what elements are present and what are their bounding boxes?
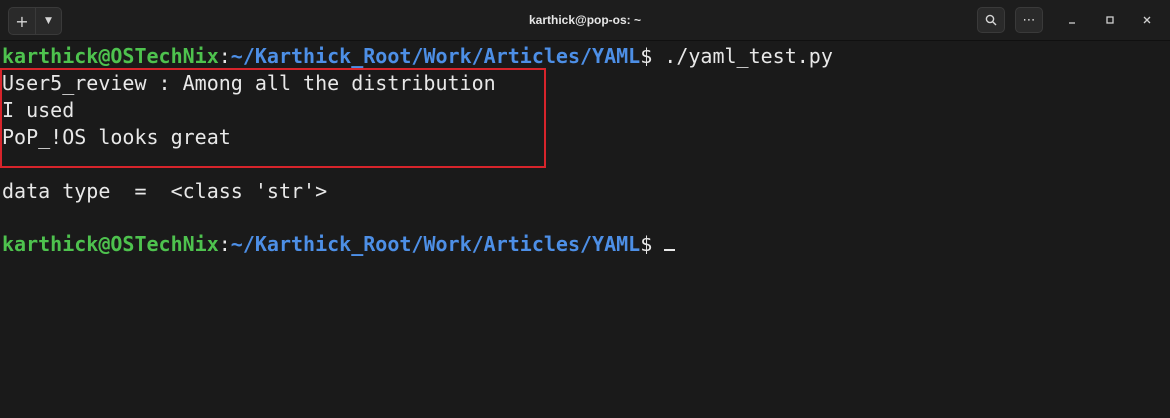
header-bar: + ▼ karthick@pop-os: ~ ⋯ [0, 0, 1170, 41]
plus-icon: + [15, 11, 29, 31]
prompt-colon: : [218, 44, 231, 68]
highlight-box [0, 68, 546, 168]
menu-button[interactable]: ⋯ [1015, 7, 1043, 33]
prompt-path: ~/Karthick_Root/Work/Articles/YAML [230, 44, 641, 68]
tab-menu-button[interactable]: ▼ [35, 8, 61, 34]
maximize-button[interactable] [1100, 10, 1120, 30]
search-icon [985, 14, 997, 26]
close-button[interactable] [1137, 10, 1157, 30]
command-text: ./yaml_test.py [652, 44, 833, 68]
terminal-output[interactable]: karthick@OSTechNix:~/Karthick_Root/Work/… [0, 40, 1170, 308]
tab-controls: + ▼ [8, 7, 62, 35]
data-type-line: data type = <class 'str'> [2, 179, 328, 203]
minimize-button[interactable] [1062, 10, 1082, 30]
prompt-line-1: karthick@OSTechNix:~/Karthick_Root/Work/… [2, 43, 833, 70]
prompt-dollar: $ [640, 232, 653, 256]
prompt-colon: : [218, 232, 231, 256]
prompt-user: karthick@OSTechNix [2, 44, 219, 68]
minimize-icon [1069, 22, 1075, 24]
close-icon [1143, 16, 1151, 24]
text-cursor [664, 249, 676, 251]
prompt-dollar: $ [640, 44, 653, 68]
more-icon: ⋯ [1022, 12, 1036, 28]
search-button[interactable] [977, 7, 1005, 33]
prompt-path: ~/Karthick_Root/Work/Articles/YAML [230, 232, 641, 256]
chevron-down-icon: ▼ [45, 16, 52, 26]
new-tab-button[interactable]: + [9, 8, 35, 34]
terminal-window: + ▼ karthick@pop-os: ~ ⋯ karthick@OSTech… [0, 0, 1170, 308]
maximize-icon [1106, 16, 1114, 24]
prompt-line-2: karthick@OSTechNix:~/Karthick_Root/Work/… [2, 231, 676, 258]
prompt-user: karthick@OSTechNix [2, 232, 219, 256]
